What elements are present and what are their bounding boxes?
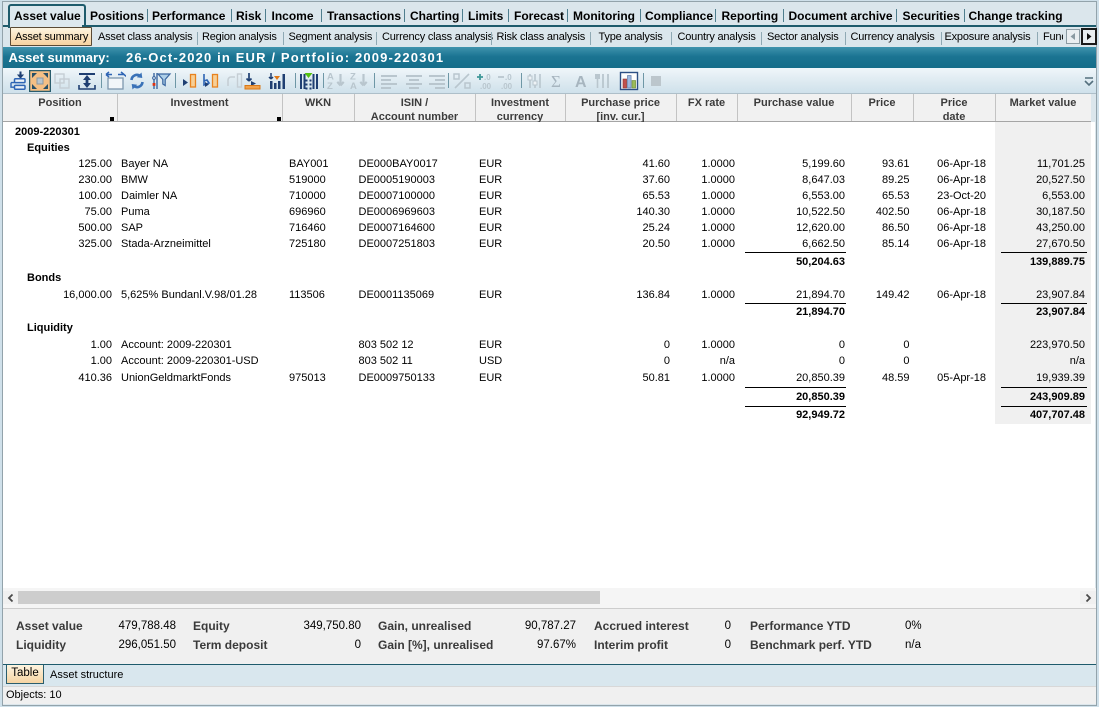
svg-text:A: A [350,81,357,92]
svg-text:A: A [575,74,587,91]
svg-text:.00: .00 [501,82,513,91]
svg-text:.0: .0 [505,73,512,82]
svg-text:Σ: Σ [551,72,561,91]
svg-text:.00: .00 [480,82,492,91]
svg-text:Z: Z [327,81,333,92]
svg-text:.0: .0 [484,73,491,82]
